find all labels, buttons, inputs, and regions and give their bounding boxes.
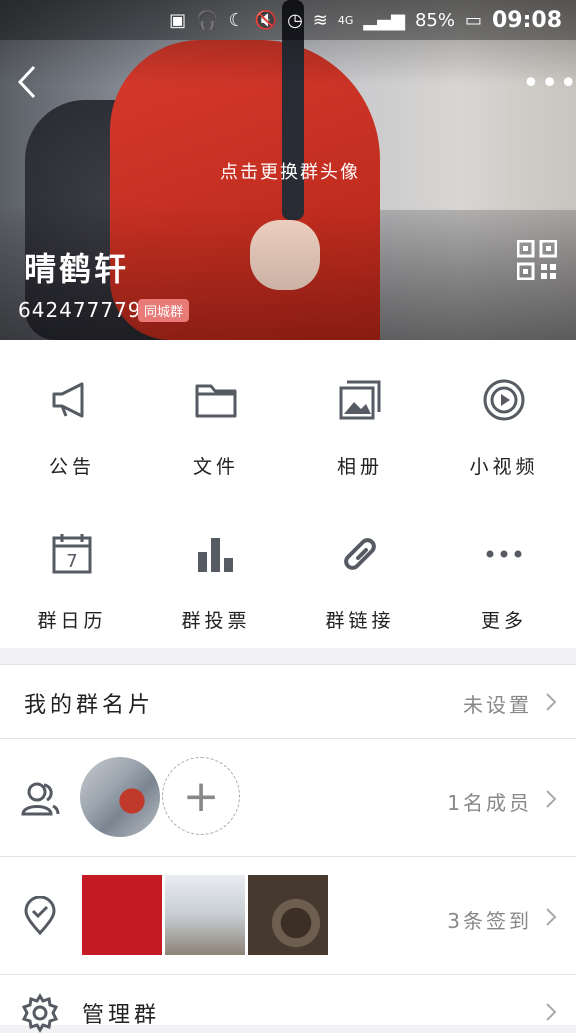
back-icon[interactable] [12, 62, 42, 102]
mute-icon: 🔇 [254, 9, 278, 31]
grid-item-label: 小视频 [469, 456, 539, 478]
calendar-icon: 7 [52, 534, 92, 574]
group-number: 642477779 [18, 298, 142, 322]
headphone-icon: 🎧 [196, 9, 219, 31]
my-group-card-row[interactable]: 我的群名片 未设置 [0, 664, 576, 739]
members-row[interactable]: + 1名成员 [0, 738, 576, 857]
gear-icon [21, 993, 59, 1033]
moon-icon: ☾ [228, 9, 245, 31]
grid-item-calendar[interactable]: 7 群日历 [0, 494, 144, 648]
chevron-right-icon [546, 790, 557, 808]
checkin-photo[interactable] [82, 875, 162, 955]
checkin-photo[interactable] [165, 875, 245, 955]
member-avatar[interactable] [80, 757, 160, 837]
chevron-right-icon [546, 908, 557, 926]
grid-item-label: 群投票 [181, 610, 251, 632]
signal-icon: ▂▄▆ [363, 9, 405, 31]
photo-icon: ▣ [169, 9, 187, 31]
link-icon [344, 538, 376, 570]
chevron-right-icon [546, 693, 557, 711]
chevron-right-icon [546, 1003, 557, 1021]
grid-item-video[interactable]: 小视频 [432, 340, 576, 494]
grid-item-vote[interactable]: 群投票 [144, 494, 288, 648]
plus-icon: + [182, 770, 220, 822]
change-avatar-hint[interactable]: 点击更换群头像 [220, 158, 360, 184]
member-count: 1名成员 [447, 791, 532, 815]
my-group-card-label: 我的群名片 [24, 693, 155, 718]
checkin-count: 3条签到 [447, 909, 532, 933]
battery-icon: ▭ [464, 9, 482, 31]
more-options-icon[interactable]: ••• [522, 66, 576, 101]
grid-item-label: 公告 [48, 456, 95, 478]
members-icon [21, 782, 60, 816]
battery-percent: 85% [414, 9, 455, 31]
group-tag-badge: 同城群 [138, 299, 190, 322]
grid-item-label: 群日历 [37, 610, 107, 632]
calendar-day: 7 [66, 551, 77, 572]
feature-grid: 公告 文件 相册 小视频 7 群日历 群投票 群链接 更多 [0, 340, 576, 648]
grid-item-label: 文件 [192, 456, 239, 478]
folder-icon [195, 384, 237, 418]
location-check-icon [24, 896, 56, 936]
vote-chart-icon [198, 538, 233, 572]
wifi-icon: ≋ [312, 9, 328, 31]
group-name: 晴鹤轩 [24, 250, 130, 288]
qrcode-icon[interactable] [516, 239, 558, 281]
grid-item-label: 相册 [336, 456, 383, 478]
video-icon [483, 379, 525, 421]
network-label: 4G [337, 13, 354, 27]
grid-item-more[interactable]: 更多 [432, 494, 576, 648]
grid-item-link[interactable]: 群链接 [288, 494, 432, 648]
add-member-button[interactable]: + [162, 757, 240, 835]
megaphone-icon [52, 382, 84, 418]
clock: 09:08 [491, 7, 562, 33]
checkin-row[interactable]: 3条签到 [0, 856, 576, 975]
manage-group-label: 管理群 [82, 1003, 161, 1028]
album-icon [339, 380, 381, 420]
checkin-photo[interactable] [248, 875, 328, 955]
grid-item-label: 群链接 [325, 610, 395, 632]
grid-item-album[interactable]: 相册 [288, 340, 432, 494]
more-dots-icon [486, 550, 522, 558]
manage-group-row[interactable]: 管理群 [0, 974, 576, 1033]
status-bar: ▣ 🎧 ☾ 🔇 ◷ ≋ 4G ▂▄▆ 85% ▭ 09:08 [0, 0, 576, 40]
my-group-card-value: 未设置 [463, 693, 532, 717]
grid-item-announcement[interactable]: 公告 [0, 340, 144, 494]
grid-item-label: 更多 [480, 610, 527, 632]
grid-item-files[interactable]: 文件 [144, 340, 288, 494]
alarm-icon: ◷ [287, 9, 303, 31]
